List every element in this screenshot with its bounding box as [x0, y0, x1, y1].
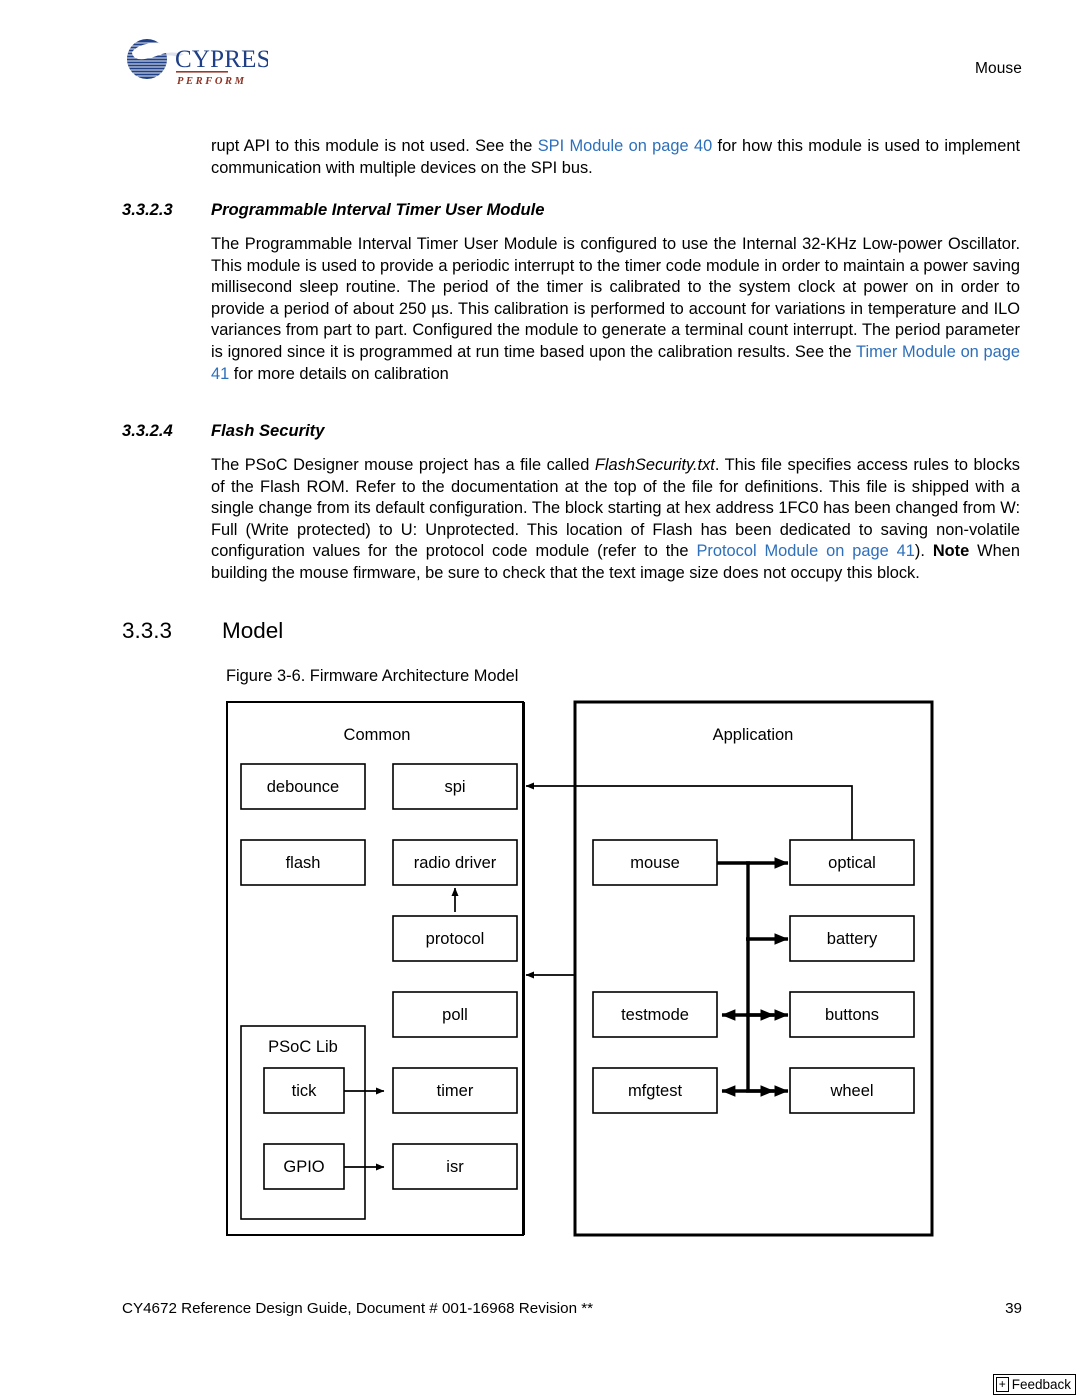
box-isr[interactable]: isr — [392, 1143, 518, 1190]
page-footer: CY4672 Reference Design Guide, Document … — [0, 1300, 1080, 1340]
header-section-title: Mouse — [974, 60, 1022, 77]
footer-document-line: CY4672 Reference Design Guide, Document … — [122, 1300, 594, 1317]
heading-3-3-2-3: 3.3.2.3 Programmable Interval Timer User … — [122, 200, 545, 220]
box-tick[interactable]: tick — [263, 1067, 345, 1114]
box-radio-driver[interactable]: radio driver — [392, 839, 518, 886]
box-buttons[interactable]: buttons — [789, 991, 915, 1038]
box-protocol[interactable]: protocol — [392, 915, 518, 962]
footer-page-number: 39 — [1005, 1300, 1022, 1317]
note-label: Note — [932, 542, 970, 561]
flash-text-part3: ). — [914, 542, 933, 561]
figure-caption: Figure 3-6. Firmware Architecture Model — [226, 667, 519, 685]
spi-module-link[interactable]: SPI Module on page 40 — [538, 137, 712, 155]
group-psoc-lib: PSoC Lib — [240, 1025, 366, 1220]
box-gpio[interactable]: GPIO — [263, 1143, 345, 1190]
heading-3-3-3: 3.3.3 Model — [122, 618, 283, 644]
psoc-lib-container — [240, 1025, 366, 1220]
box-timer[interactable]: timer — [392, 1067, 518, 1114]
box-debounce[interactable]: debounce — [240, 763, 366, 810]
box-spi[interactable]: spi — [392, 763, 518, 810]
box-mfgtest[interactable]: mfgtest — [592, 1067, 718, 1114]
intro-paragraph: rupt API to this module is not used. See… — [211, 136, 1020, 179]
intro-text-before: rupt API to this module is not used. See… — [211, 137, 538, 155]
box-battery[interactable]: battery — [789, 915, 915, 962]
application-container — [573, 700, 934, 1237]
feedback-plus-icon: + — [995, 1377, 1009, 1392]
box-wheel[interactable]: wheel — [789, 1067, 915, 1114]
heading-3-3-2-4-number: 3.3.2.4 — [122, 421, 173, 440]
protocol-module-link[interactable]: Protocol Module on page 41 — [696, 542, 914, 560]
cypress-globe-logo: CYPRESS PERFORM — [118, 38, 285, 90]
box-mouse[interactable]: mouse — [592, 839, 718, 886]
flash-text-part1: The PSoC Designer mouse project has a fi… — [211, 456, 595, 474]
heading-3-3-2-3-number: 3.3.2.3 — [122, 200, 173, 219]
feedback-label: Feedback — [1011, 1377, 1071, 1392]
svg-text:PERFORM: PERFORM — [177, 76, 247, 87]
section-3-3-2-4-paragraph: The PSoC Designer mouse project has a fi… — [211, 455, 1020, 585]
group-application: Application — [573, 700, 934, 1237]
svg-text:CYPRESS: CYPRESS — [175, 46, 268, 73]
box-poll[interactable]: poll — [392, 991, 518, 1038]
box-optical[interactable]: optical — [789, 839, 915, 886]
flash-security-filename: FlashSecurity.txt — [594, 456, 715, 474]
page-header: CYPRESS PERFORM Mouse — [0, 0, 1080, 110]
heading-3-3-3-title: Model — [222, 618, 284, 643]
pit-text-after: for more details on calibration — [229, 364, 449, 383]
section-3-3-2-3-paragraph: The Programmable Interval Timer User Mod… — [211, 234, 1020, 385]
feedback-button[interactable]: + Feedback — [992, 1374, 1076, 1395]
heading-3-3-2-3-title: Programmable Interval Timer User Module — [211, 200, 545, 219]
box-flash[interactable]: flash — [240, 839, 366, 886]
box-testmode[interactable]: testmode — [592, 991, 718, 1038]
heading-3-3-2-4-title: Flash Security — [211, 421, 325, 440]
heading-3-3-3-number: 3.3.3 — [122, 618, 173, 643]
heading-3-3-2-4: 3.3.2.4 Flash Security — [122, 421, 324, 441]
